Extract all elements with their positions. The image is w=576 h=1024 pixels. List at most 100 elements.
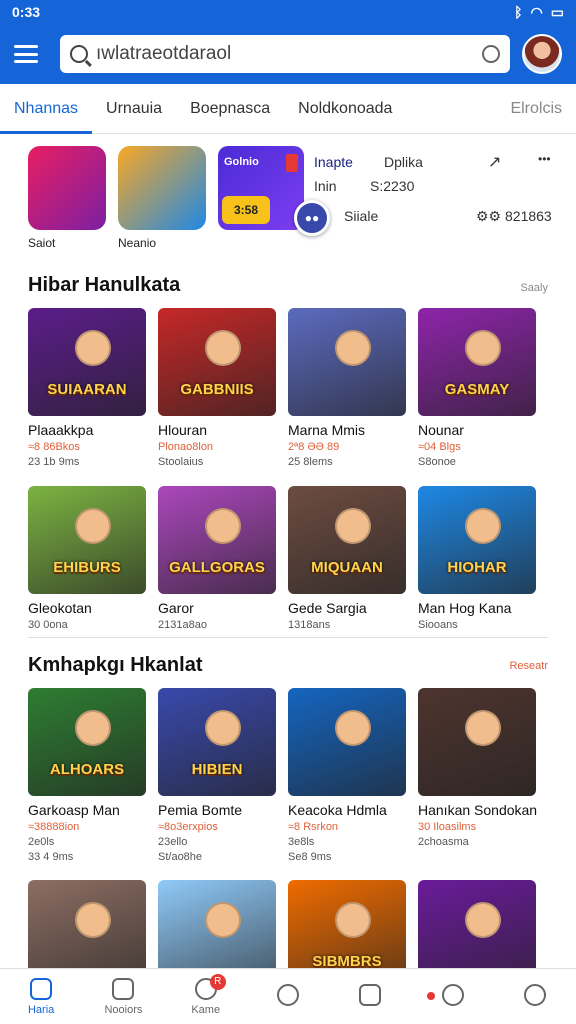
nav-activity[interactable] xyxy=(421,983,485,1010)
bottom-navigation: Haria Nooiors R Kame xyxy=(0,968,576,1024)
game-meta-2: St/ao8he xyxy=(158,851,203,863)
character-art xyxy=(465,329,502,366)
status-bar: 0:33 ᛒ ◠ ▭ xyxy=(0,0,576,24)
game-meta: Stoolaius xyxy=(158,456,204,468)
section-link-1[interactable]: Saaly xyxy=(520,282,548,294)
game-card[interactable]: Keacoka Hdmla ≈8 Rsrkon 3e8ls Se8 9ms xyxy=(288,688,406,863)
game-name: Hanıkan Sondokan xyxy=(418,802,538,818)
tab-4[interactable]: Noldkonoada xyxy=(284,84,406,134)
voice-search-icon[interactable] xyxy=(482,45,500,63)
grid-icon xyxy=(112,977,135,1000)
game-meta: 1318ans xyxy=(288,619,331,631)
nav-refresh[interactable] xyxy=(256,983,320,1010)
promo-red-tag xyxy=(286,154,298,172)
game-card[interactable]: HIOHAR Man Hog Kana Siooans xyxy=(418,486,536,631)
game-logo-text: ALHOARS xyxy=(49,761,125,778)
menu-icon[interactable] xyxy=(14,45,38,63)
meta-title-2: Dplika xyxy=(384,154,423,170)
game-name: Nounar xyxy=(418,422,464,438)
game-thumbnail[interactable] xyxy=(288,308,406,416)
activity-dot xyxy=(426,991,435,1000)
game-thumbnail[interactable] xyxy=(418,688,536,796)
game-meta: 2choasma xyxy=(418,836,469,848)
tab-3[interactable]: Boepnasca xyxy=(176,84,284,134)
nav-games[interactable]: R Kame xyxy=(174,973,238,1016)
game-card[interactable]: Hanıkan Sondokan 30 Iloasilms 2choasma xyxy=(418,688,538,848)
meta-size-label: Inin xyxy=(314,178,337,194)
game-price: ≈38888ion xyxy=(28,821,80,833)
game-thumbnail[interactable]: ALHOARS xyxy=(28,688,146,796)
game-card[interactable]: Marna Mmis 2ª8 ƏƏ 89 25 8lems xyxy=(288,308,406,468)
search-bar[interactable]: ıwlatraeotdaraol xyxy=(60,35,510,73)
game-card[interactable]: HIBIEN Pemia Bomte ≈8o3erxpios 23ello St… xyxy=(158,688,276,863)
section-link-2[interactable]: Reseatr xyxy=(509,660,548,672)
game-card[interactable]: ALHOARS Garkoasp Man ≈38888ion 2e0ls 33 … xyxy=(28,688,146,863)
game-thumbnail[interactable]: SUIAARAN xyxy=(28,308,146,416)
game-meta: 2131a8ao xyxy=(158,619,207,631)
game-meta: S8onoe xyxy=(418,456,456,468)
character-art xyxy=(465,507,502,544)
profile-icon xyxy=(523,983,546,1006)
nav-store[interactable] xyxy=(338,983,402,1010)
wifi-icon: ◠ xyxy=(530,3,543,20)
tab-2[interactable]: Urnauia xyxy=(92,84,176,134)
game-thumbnail[interactable]: GABBNIIS xyxy=(158,308,276,416)
game-thumbnail[interactable] xyxy=(288,688,406,796)
game-price: ≈8 Rsrkon xyxy=(288,821,339,833)
character-art xyxy=(75,329,112,366)
game-logo-text: HIBIEN xyxy=(191,761,243,778)
game-card[interactable]: EHIBURS Gleokotan 30 0ona xyxy=(28,486,146,631)
game-name: Gleokotan xyxy=(28,600,92,616)
game-thumbnail[interactable]: EHIBURS xyxy=(28,486,146,594)
game-name: Man Hog Kana xyxy=(418,600,512,616)
promo-card[interactable]: Golnio 3:58 xyxy=(218,146,304,230)
game-name: Marna Mmis xyxy=(288,422,366,438)
game-logo-text: HIOHAR xyxy=(447,559,507,576)
character-art xyxy=(335,709,372,746)
game-thumbnail[interactable]: GALLGORAS xyxy=(158,486,276,594)
game-thumbnail[interactable]: MIQUAAN xyxy=(288,486,406,594)
play-button[interactable]: ●● xyxy=(294,200,330,236)
nav-categories[interactable]: Nooiors xyxy=(91,977,155,1016)
game-logo-text: MIQUAAN xyxy=(311,559,383,576)
game-price: ≈8o3erxpios xyxy=(158,821,218,833)
game-meta-2: Se8 9ms xyxy=(288,851,332,863)
featured-app-icon-2[interactable] xyxy=(118,146,206,230)
game-meta: 23ello xyxy=(158,836,188,848)
game-name: Keacoka Hdmla xyxy=(288,802,387,818)
activity-icon xyxy=(441,983,464,1006)
game-name: Garkoasp Man xyxy=(28,802,120,818)
more-options-icon[interactable]: ••• xyxy=(538,152,551,166)
game-name: Plaaakkpa xyxy=(28,422,94,438)
game-thumbnail[interactable]: HIOHAR xyxy=(418,486,536,594)
game-name: Garor xyxy=(158,600,194,616)
game-card[interactable]: MIQUAAN Gede Sargia 1318ans xyxy=(288,486,406,631)
character-art xyxy=(205,329,242,366)
game-card[interactable]: GABBNIIS Hlouran Plonao8lon Stoolaius xyxy=(158,308,276,468)
game-name: Hlouran xyxy=(158,422,208,438)
meta-size-value: S:2230 xyxy=(370,178,415,194)
nav-home[interactable]: Haria xyxy=(9,977,73,1016)
promo-badge: Golnio xyxy=(224,156,259,168)
featured-app-icon-1[interactable] xyxy=(28,146,106,230)
character-art xyxy=(335,329,372,366)
nav-profile[interactable] xyxy=(503,983,567,1010)
bluetooth-icon: ᛒ xyxy=(514,4,523,20)
game-meta: 25 8lems xyxy=(288,456,333,468)
game-thumbnail[interactable]: GASMAY xyxy=(418,308,536,416)
game-thumbnail[interactable]: HIBIEN xyxy=(158,688,276,796)
game-meta: 2e0ls xyxy=(28,836,55,848)
share-icon[interactable]: ↗ xyxy=(488,152,501,172)
character-art xyxy=(335,507,372,544)
game-meta: Siooans xyxy=(418,619,458,631)
game-meta: 3e8ls xyxy=(288,836,315,848)
tab-5[interactable]: Elrolcis xyxy=(496,84,576,134)
game-card[interactable]: GASMAY Nounar ≈04 Blgs S8onoe xyxy=(418,308,536,468)
game-card[interactable]: SUIAARAN Plaaakkpa ≈8 86Bkos 23 1b 9ms xyxy=(28,308,146,468)
search-input[interactable]: ıwlatraeotdaraol xyxy=(96,43,482,65)
game-card[interactable]: GALLGORAS Garor 2131a8ao xyxy=(158,486,276,631)
avatar[interactable] xyxy=(522,34,562,74)
character-art xyxy=(205,901,242,938)
notification-badge: R xyxy=(209,973,226,990)
tab-1[interactable]: Nhannas xyxy=(0,84,93,134)
